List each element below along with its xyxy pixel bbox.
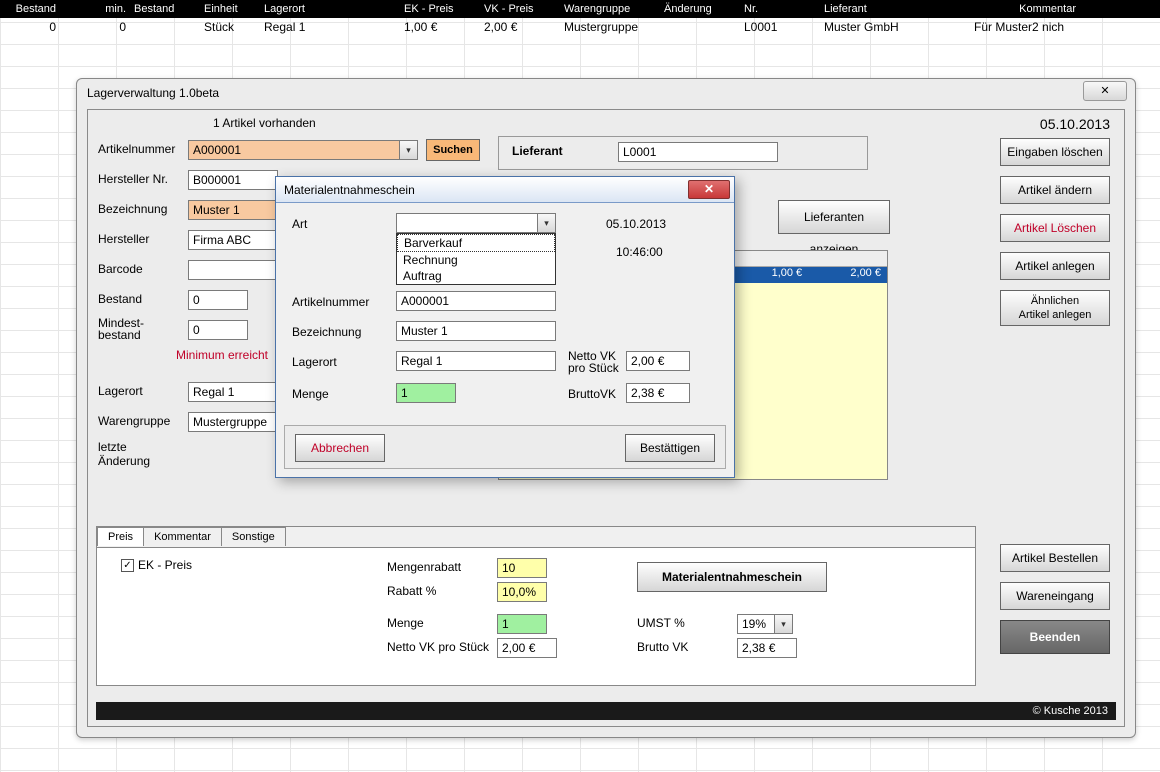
ek-preis-checkbox[interactable]: ✓EK - Preis <box>121 558 192 572</box>
field-bestand[interactable]: 0 <box>188 290 248 310</box>
lbl-letzte-1: letzte <box>98 440 127 454</box>
lbl-lagerort: Lagerort <box>98 384 143 398</box>
lieferanten-anzeigen-button[interactable]: Lieferanten anzeigen <box>778 200 890 234</box>
field-netto-tab[interactable]: 2,00 € <box>497 638 557 658</box>
field-brutto-tab[interactable]: 2,38 € <box>737 638 797 658</box>
chevron-down-icon[interactable] <box>774 615 792 633</box>
dlg-lbl-bezeichnung: Bezeichnung <box>292 325 361 339</box>
field-hersteller[interactable]: Firma ABC <box>188 230 278 250</box>
dialog-close-button[interactable]: ✕ <box>688 180 730 199</box>
lbl-artikelnummer: Artikelnummer <box>98 142 175 156</box>
lbl-mindest-2: bestand <box>98 328 141 342</box>
materialentnahmeschein-button[interactable]: Materialentnahmeschein <box>637 562 827 592</box>
footer-copyright: © Kusche 2013 <box>96 702 1116 720</box>
window-close-button[interactable]: ✕ <box>1083 81 1127 101</box>
status-text: 1 Artikel vorhanden <box>213 116 316 130</box>
lbl-herstellernr: Hersteller Nr. <box>98 172 168 186</box>
lbl-menge-tab: Menge <box>387 616 424 630</box>
window-date: 05.10.2013 <box>1040 116 1110 132</box>
lbl-brutto-tab: Brutto VK <box>637 640 688 654</box>
tabs-container: Preis Kommentar Sonstige ✓EK - Preis Men… <box>96 526 976 686</box>
field-bezeichnung[interactable]: Muster 1 <box>188 200 278 220</box>
chevron-down-icon[interactable] <box>537 214 555 232</box>
dlg-lbl-art: Art <box>292 217 307 231</box>
art-dropdown-list[interactable]: Barverkauf Rechnung Auftrag <box>396 233 556 285</box>
checkbox-icon: ✓ <box>121 559 134 572</box>
dlg-lbl-brutto: BruttoVK <box>568 387 616 401</box>
lbl-letzte-2: Änderung <box>98 454 150 468</box>
dlg-field-art[interactable] <box>396 213 556 233</box>
dlg-lbl-lagerort: Lagerort <box>292 355 337 369</box>
dlg-bestaetigen-button[interactable]: Bestättigen <box>625 434 715 462</box>
suchen-button[interactable]: Suchen <box>426 139 480 161</box>
aehnlichen-artikel-button[interactable]: ÄhnlichenArtikel anlegen <box>1000 290 1110 326</box>
lbl-netto-tab: Netto VK pro Stück <box>387 640 489 654</box>
lbl-umst: UMST % <box>637 616 685 630</box>
tab-body-preis: ✓EK - Preis Mengenrabatt 10 Rabatt % 10,… <box>97 547 975 685</box>
option-auftrag[interactable]: Auftrag <box>397 268 555 284</box>
chevron-down-icon[interactable] <box>399 141 417 159</box>
dialog-titlebar: Materialentnahmeschein ✕ <box>276 177 734 203</box>
field-lagerort[interactable]: Regal 1 <box>188 382 278 402</box>
dlg-date: 05.10.2013 <box>606 217 666 231</box>
field-mindestbestand[interactable]: 0 <box>188 320 248 340</box>
material-dialog: Materialentnahmeschein ✕ Art 05.10.2013 … <box>275 176 735 478</box>
lbl-barcode: Barcode <box>98 262 143 276</box>
lbl-lieferant: Lieferant <box>512 144 563 158</box>
wareneingang-button[interactable]: Wareneingang <box>1000 582 1110 610</box>
field-rabatt[interactable]: 10,0% <box>497 582 547 602</box>
lbl-rabatt: Rabatt % <box>387 584 436 598</box>
lbl-mengenrabatt: Mengenrabatt <box>387 560 461 574</box>
tab-sonstige[interactable]: Sonstige <box>221 527 286 546</box>
beenden-button[interactable]: Beenden <box>1000 620 1110 654</box>
dlg-field-bezeichnung[interactable]: Muster 1 <box>396 321 556 341</box>
dlg-field-artikelnummer[interactable]: A000001 <box>396 291 556 311</box>
lbl-warengruppe: Warengruppe <box>98 414 170 428</box>
window-title: Lagerverwaltung 1.0beta <box>87 86 219 100</box>
lbl-hersteller: Hersteller <box>98 232 149 246</box>
dlg-lbl-netto-2: pro Stück <box>568 361 619 375</box>
dlg-lbl-artikelnummer: Artikelnummer <box>292 295 369 309</box>
dlg-abbrechen-button[interactable]: Abbrechen <box>295 434 385 462</box>
eingaben-loeschen-button[interactable]: Eingaben löschen <box>1000 138 1110 166</box>
artikel-loeschen-button[interactable]: Artikel Löschen <box>1000 214 1110 242</box>
field-barcode[interactable] <box>188 260 278 280</box>
dlg-lbl-menge: Menge <box>292 387 329 401</box>
option-barverkauf[interactable]: Barverkauf <box>397 234 555 252</box>
titlebar: Lagerverwaltung 1.0beta <box>77 79 1135 107</box>
field-warengruppe[interactable]: Mustergruppe <box>188 412 278 432</box>
dialog-title: Materialentnahmeschein <box>284 183 415 197</box>
field-herstellernr[interactable]: B000001 <box>188 170 278 190</box>
field-artikelnummer[interactable]: A000001 <box>188 140 418 160</box>
field-umst[interactable]: 19% <box>737 614 793 634</box>
tab-preis[interactable]: Preis <box>97 527 144 546</box>
field-mengenrabatt[interactable]: 10 <box>497 558 547 578</box>
artikel-bestellen-button[interactable]: Artikel Bestellen <box>1000 544 1110 572</box>
option-rechnung[interactable]: Rechnung <box>397 252 555 268</box>
field-menge-tab[interactable]: 1 <box>497 614 547 634</box>
field-lieferant[interactable]: L0001 <box>618 142 778 162</box>
artikel-aendern-button[interactable]: Artikel ändern <box>1000 176 1110 204</box>
dlg-button-bar: Abbrechen Bestättigen <box>284 425 726 469</box>
dlg-field-netto[interactable]: 2,00 € <box>626 351 690 371</box>
dlg-field-brutto[interactable]: 2,38 € <box>626 383 690 403</box>
artikel-anlegen-button[interactable]: Artikel anlegen <box>1000 252 1110 280</box>
dlg-time: 10:46:00 <box>616 245 663 259</box>
tab-kommentar[interactable]: Kommentar <box>143 527 222 546</box>
dlg-field-lagerort[interactable]: Regal 1 <box>396 351 556 371</box>
warning-minimum: Minimum erreicht <box>176 348 268 362</box>
sheet-header: Bestand min. Bestand Einheit Lagerort EK… <box>0 0 1160 18</box>
lbl-bestand: Bestand <box>98 292 142 306</box>
dlg-field-menge[interactable]: 1 <box>396 383 456 403</box>
sheet-data-row: 0 0 Stück Regal 1 1,00 € 2,00 € Mustergr… <box>0 18 1160 36</box>
lbl-bezeichnung: Bezeichnung <box>98 202 167 216</box>
